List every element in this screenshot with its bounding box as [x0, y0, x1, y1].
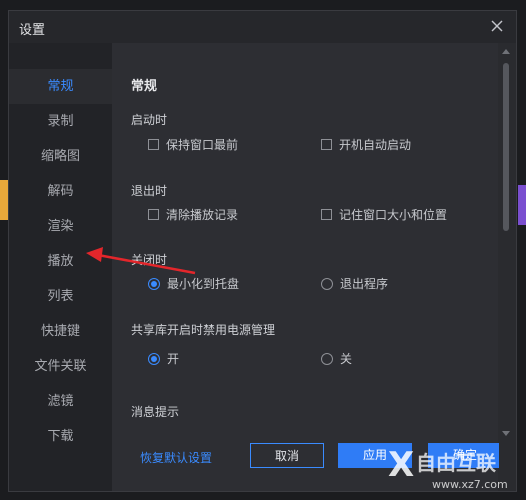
close-icon[interactable]	[488, 17, 506, 35]
settings-sidebar: 常规 录制 缩略图 解码 渲染 播放 列表 快捷键 文件关联 滤镜 下载	[9, 43, 112, 491]
sidebar-item-download[interactable]: 下载	[9, 419, 112, 454]
settings-dialog: 设置 常规 录制 缩略图 解码 渲染 播放 列表 快捷键 文件关联 滤镜 下载 …	[8, 10, 517, 492]
notify-label: 消息提示	[131, 405, 180, 419]
power-off-radio[interactable]: 关	[321, 350, 352, 367]
sidebar-item-filters[interactable]: 滤镜	[9, 384, 112, 419]
power-on-label: 开	[167, 352, 180, 366]
auto-start-label: 开机自动启动	[339, 138, 412, 152]
checkbox-box	[321, 139, 332, 150]
sidebar-item-playback[interactable]: 播放	[9, 244, 112, 279]
reset-defaults-link[interactable]: 恢复默认设置	[140, 449, 212, 466]
checkbox-box	[321, 209, 332, 220]
scrollbar[interactable]	[499, 43, 516, 491]
svg-text:X: X	[388, 445, 414, 485]
radio-unselected	[321, 277, 333, 290]
settings-content: 常规 启动时 保持窗口最前 开机自动启动 退出时 清除播放记录 记住窗口大小和位…	[112, 43, 502, 491]
exit-program-label: 退出程序	[340, 277, 389, 291]
sidebar-item-record[interactable]: 录制	[9, 104, 112, 139]
clear-history-label: 清除播放记录	[166, 208, 239, 222]
cancel-button[interactable]: 取消	[250, 443, 324, 468]
checkbox-box	[148, 209, 159, 220]
watermark-logo: X 自由互联 www.xz7.com	[388, 445, 508, 491]
power-off-label: 关	[340, 352, 353, 366]
minimize-to-tray-radio[interactable]: 最小化到托盘	[148, 275, 239, 292]
minimize-to-tray-label: 最小化到托盘	[167, 277, 240, 291]
radio-unselected	[321, 352, 333, 365]
exit-program-radio[interactable]: 退出程序	[321, 275, 388, 292]
radio-selected	[148, 277, 160, 290]
startup-label: 启动时	[131, 113, 168, 127]
title-bar: 设置	[9, 11, 516, 43]
background-edge-left	[0, 180, 8, 220]
clear-history-checkbox[interactable]: 清除播放记录	[148, 206, 238, 223]
sidebar-item-file-association[interactable]: 文件关联	[9, 349, 112, 384]
background-edge-right	[518, 185, 526, 225]
scroll-thumb[interactable]	[503, 63, 509, 231]
sidebar-item-general[interactable]: 常规	[9, 69, 112, 104]
remember-window-checkbox[interactable]: 记住窗口大小和位置	[321, 206, 447, 223]
power-on-radio[interactable]: 开	[148, 350, 179, 367]
keep-on-top-checkbox[interactable]: 保持窗口最前	[148, 136, 238, 153]
svg-text:www.xz7.com: www.xz7.com	[432, 478, 508, 491]
dialog-title: 设置	[19, 23, 46, 38]
remember-window-label: 记住窗口大小和位置	[339, 208, 448, 222]
close-label: 关闭时	[131, 253, 168, 267]
sidebar-item-render[interactable]: 渲染	[9, 209, 112, 244]
sidebar-item-playlist[interactable]: 列表	[9, 279, 112, 314]
keep-on-top-label: 保持窗口最前	[166, 138, 239, 152]
checkbox-box	[148, 139, 159, 150]
sidebar-item-thumbnail[interactable]: 缩略图	[9, 139, 112, 174]
svg-text:自由互联: 自由互联	[416, 451, 496, 475]
power-label: 共享库开启时禁用电源管理	[131, 323, 276, 337]
scroll-down-icon[interactable]	[502, 431, 510, 436]
radio-selected	[148, 352, 160, 365]
auto-start-checkbox[interactable]: 开机自动启动	[321, 136, 411, 153]
exit-label: 退出时	[131, 184, 168, 198]
section-title: 常规	[131, 79, 158, 94]
scroll-up-icon[interactable]	[502, 49, 510, 54]
sidebar-item-decode[interactable]: 解码	[9, 174, 112, 209]
sidebar-item-shortcuts[interactable]: 快捷键	[9, 314, 112, 349]
